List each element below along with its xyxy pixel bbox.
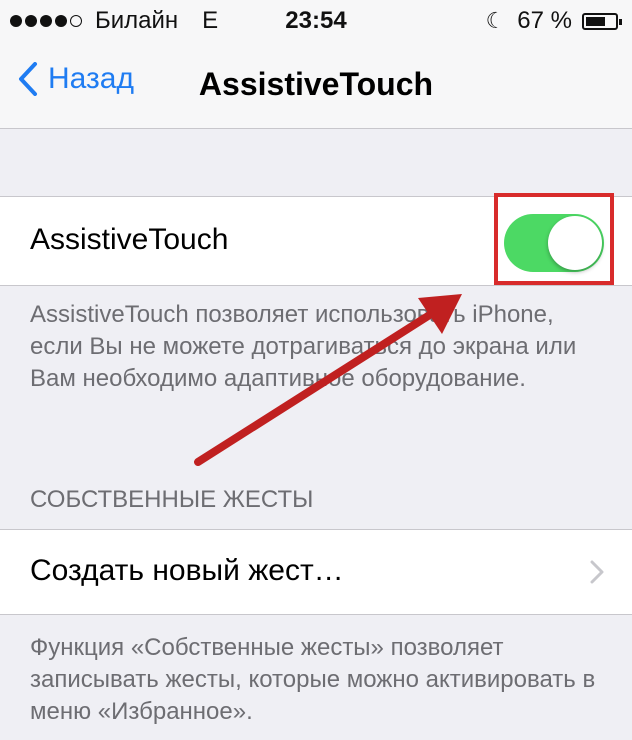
battery-icon <box>582 12 622 30</box>
assistivetouch-toggle[interactable] <box>504 214 604 272</box>
navigation-bar: Назад AssistiveTouch <box>0 40 632 129</box>
assistivetouch-description: AssistiveTouch позволяет использовать iP… <box>30 301 577 392</box>
status-bar: Билайн E 23:54 ☾ 67 % <box>0 0 632 40</box>
page-title: AssistiveTouch <box>198 66 434 102</box>
toggle-knob <box>548 216 602 270</box>
battery-percentage: 67 % <box>517 7 572 34</box>
do-not-disturb-moon-icon: ☾ <box>485 8 506 33</box>
assistivetouch-label: AssistiveTouch <box>30 223 229 256</box>
section-header-custom-gestures: СОБСТВЕННЫЕ ЖЕСТЫ <box>30 486 314 513</box>
assistivetouch-row: AssistiveTouch <box>0 196 632 286</box>
battery-nub <box>619 18 622 25</box>
chevron-right-icon <box>590 560 604 584</box>
create-gesture-row[interactable]: Создать новый жест… <box>0 529 632 615</box>
create-gesture-label: Создать новый жест… <box>30 554 344 587</box>
status-right: ☾ 67 % <box>485 7 622 35</box>
battery-fill <box>586 16 605 26</box>
custom-gestures-footer: Функция «Собственные жесты» позволяет за… <box>30 634 596 725</box>
